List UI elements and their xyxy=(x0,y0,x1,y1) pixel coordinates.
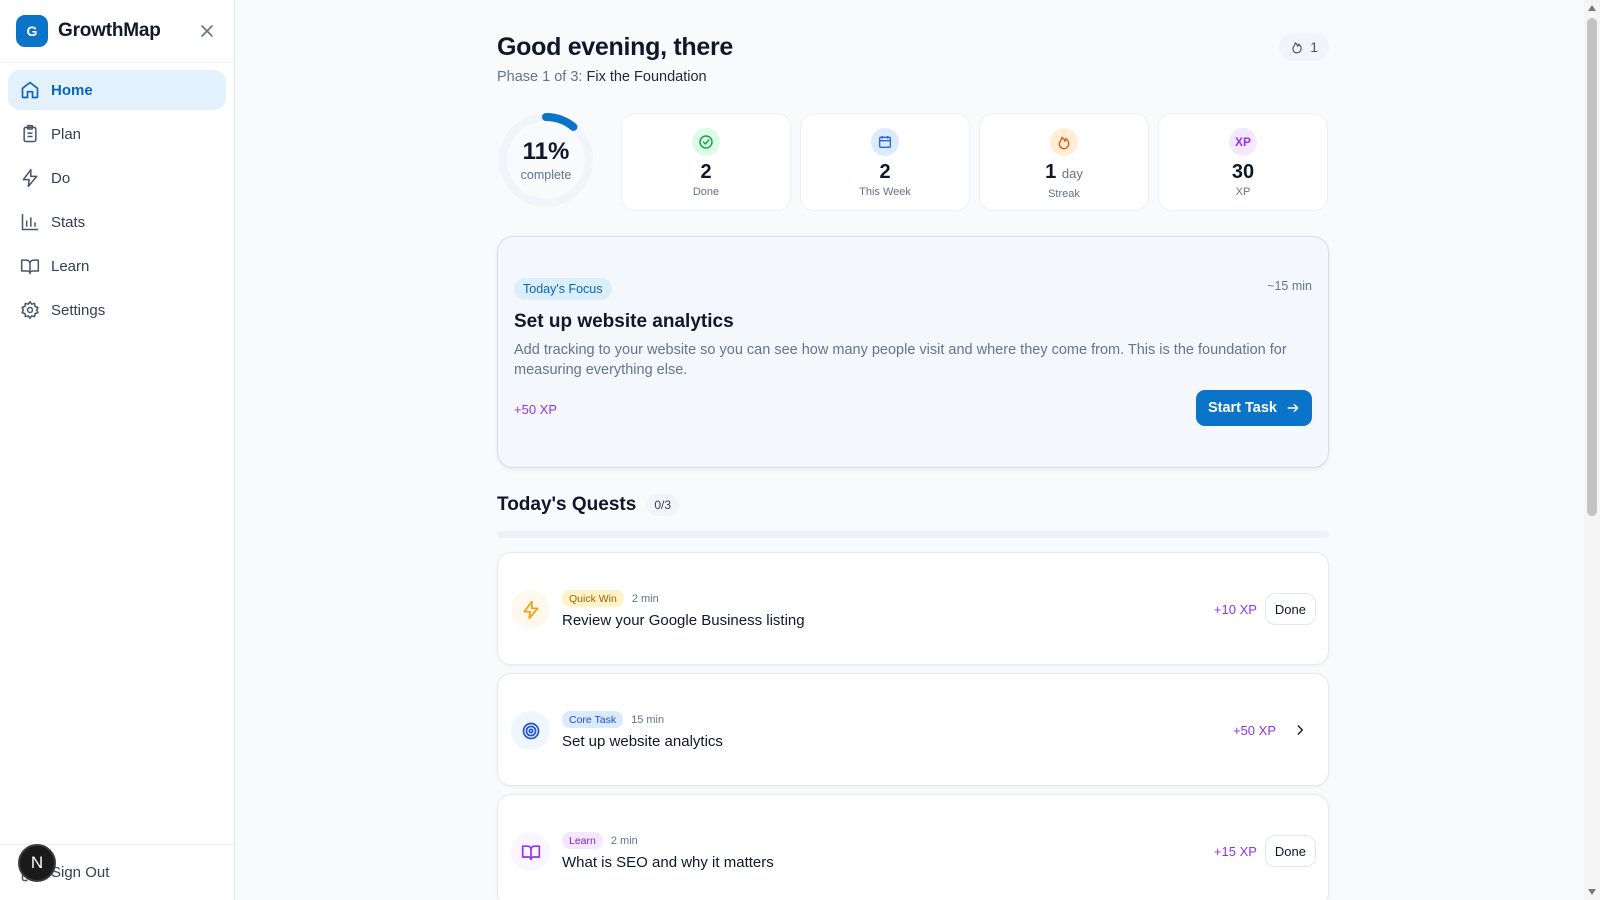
quest-time: 2 min xyxy=(610,834,638,847)
sidebar-item-label: Plan xyxy=(51,125,82,143)
quest-title: Review your Google Business listing xyxy=(562,612,805,629)
close-icon xyxy=(201,25,213,37)
scroll-thumb[interactable] xyxy=(1587,18,1597,516)
focus-description: Add tracking to your website so you can … xyxy=(514,342,1287,378)
quest-done-button[interactable]: Done xyxy=(1264,835,1316,867)
quest-time: 2 min xyxy=(631,592,659,605)
stat-label: XP xyxy=(1235,186,1251,198)
brand-logo[interactable]: G xyxy=(16,15,48,47)
focus-title: Set up website analytics xyxy=(514,311,734,332)
stat-label: Done xyxy=(692,186,720,198)
quest-xp: +50 XP xyxy=(1232,722,1276,738)
check-circle-icon xyxy=(692,128,720,156)
quest-card[interactable]: Learn 2 min What is SEO and why it matte… xyxy=(497,794,1329,900)
sidebar-item-settings[interactable]: Settings xyxy=(8,290,226,330)
stat-card-this-week: 2 This Week xyxy=(800,113,970,211)
quests-header: Today's Quests 0/3 xyxy=(497,494,680,516)
quest-xp: +10 XP xyxy=(1213,601,1257,617)
quest-done-button[interactable]: Done xyxy=(1264,593,1316,625)
quests-count-badge: 0/3 xyxy=(646,494,680,516)
clipboard-icon xyxy=(20,124,40,144)
calendar-icon xyxy=(871,128,899,156)
sidebar-item-label: Settings xyxy=(51,301,106,319)
progress-ring: 11% complete xyxy=(497,111,595,209)
focus-xp: +50 XP xyxy=(514,402,558,417)
sidebar: G GrowthMap Home Plan Do Stats Learn Set xyxy=(0,0,235,900)
stat-card-streak: 1 day Streak xyxy=(979,113,1149,211)
progress-label: complete xyxy=(520,168,572,182)
quest-card[interactable]: Core Task 15 min Set up website analytic… xyxy=(497,673,1329,786)
sign-out-label: Sign Out xyxy=(51,864,110,881)
book-icon xyxy=(511,832,550,871)
streak-count: 1 xyxy=(1310,39,1318,55)
quest-title: Set up website analytics xyxy=(562,733,723,750)
stat-unit: day xyxy=(1061,166,1083,181)
sidebar-item-label: Learn xyxy=(51,257,90,275)
sidebar-item-label: Do xyxy=(51,169,71,187)
stats-row: 2 Done 2 This Week 1 day Streak XP 30 XP xyxy=(621,113,1328,211)
progress-percent: 11% xyxy=(522,138,570,165)
home-icon xyxy=(20,80,40,100)
quest-tag: Core Task xyxy=(562,711,624,728)
phase-name: Fix the Foundation xyxy=(586,69,707,85)
sidebar-item-learn[interactable]: Learn xyxy=(8,246,226,286)
quest-title: What is SEO and why it matters xyxy=(562,854,774,871)
sidebar-item-plan[interactable]: Plan xyxy=(8,114,226,154)
phase-subtitle: Phase 1 of 3: Fix the Foundation xyxy=(497,69,707,85)
bar-chart-icon xyxy=(20,212,40,232)
stat-label: Streak xyxy=(1048,188,1080,200)
lightning-icon xyxy=(511,590,550,629)
user-avatar[interactable]: N xyxy=(18,844,56,882)
sidebar-item-stats[interactable]: Stats xyxy=(8,202,226,242)
quests-progress-bar xyxy=(497,531,1329,538)
sidebar-item-label: Stats xyxy=(51,213,86,231)
stat-value: 1 xyxy=(1045,161,1057,183)
streak-pill[interactable]: 1 xyxy=(1279,33,1329,61)
scroll-up-arrow[interactable] xyxy=(1588,5,1596,11)
quest-open-button[interactable] xyxy=(1284,714,1316,746)
phase-prefix: Phase 1 of 3: xyxy=(497,69,587,85)
stat-value: 2 xyxy=(879,161,891,183)
brand-name: GrowthMap xyxy=(58,20,161,41)
sidebar-item-label: Home xyxy=(51,81,93,99)
page-title: Good evening, there xyxy=(497,33,733,61)
stat-label: This Week xyxy=(859,186,911,198)
flame-icon xyxy=(1050,128,1078,156)
quest-xp: +15 XP xyxy=(1213,843,1257,859)
flame-icon xyxy=(1292,42,1302,54)
stat-value: 2 xyxy=(700,161,712,183)
sidebar-nav: Home Plan Do Stats Learn Settings xyxy=(0,63,234,341)
quest-card[interactable]: Quick Win 2 min Review your Google Busin… xyxy=(497,552,1329,665)
start-task-button[interactable]: Start Task xyxy=(1195,390,1312,426)
quest-time: 15 min xyxy=(631,713,665,726)
quest-tag: Learn xyxy=(562,832,603,849)
scroll-down-arrow[interactable] xyxy=(1588,889,1596,895)
focus-tag: Today's Focus xyxy=(514,278,612,300)
sidebar-item-do[interactable]: Do xyxy=(8,158,226,198)
brand-header: G GrowthMap xyxy=(0,0,234,63)
target-icon xyxy=(511,711,550,750)
gear-icon xyxy=(20,300,40,320)
page-scrollbar[interactable] xyxy=(1584,0,1600,900)
book-icon xyxy=(20,256,40,276)
xp-icon: XP xyxy=(1229,128,1257,156)
stat-card-done: 2 Done xyxy=(621,113,791,211)
stat-value: 30 xyxy=(1231,161,1255,183)
todays-focus-card: Today's Focus ~15 min Set up website ana… xyxy=(497,236,1329,468)
lightning-icon xyxy=(20,168,40,188)
focus-time: ~15 min xyxy=(1267,279,1312,293)
close-sidebar-button[interactable] xyxy=(196,20,218,42)
arrow-right-icon xyxy=(1287,403,1299,413)
quests-title: Today's Quests xyxy=(497,494,637,515)
stat-card-xp: XP 30 XP xyxy=(1158,113,1328,211)
sidebar-item-home[interactable]: Home xyxy=(8,70,226,110)
quest-tag: Quick Win xyxy=(562,590,624,607)
chevron-right-icon xyxy=(1297,725,1304,735)
start-task-label: Start Task xyxy=(1207,400,1277,416)
